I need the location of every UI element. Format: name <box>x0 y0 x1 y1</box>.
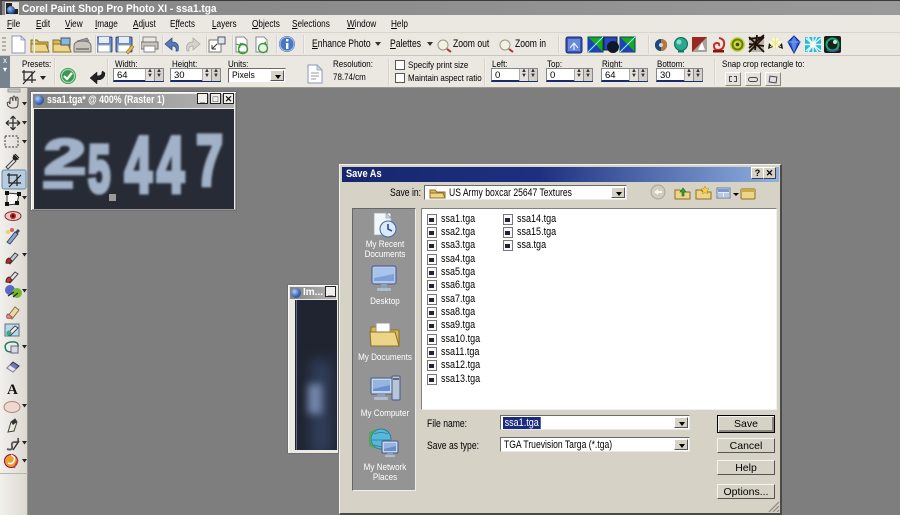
svg-text:4: 4 <box>157 121 185 209</box>
svg-text:7: 7 <box>196 121 223 202</box>
svg-text:5: 5 <box>88 131 110 206</box>
svg-text:2: 2 <box>44 129 86 185</box>
svg-text:4: 4 <box>125 121 153 209</box>
svg-text:A: A <box>7 382 18 398</box>
